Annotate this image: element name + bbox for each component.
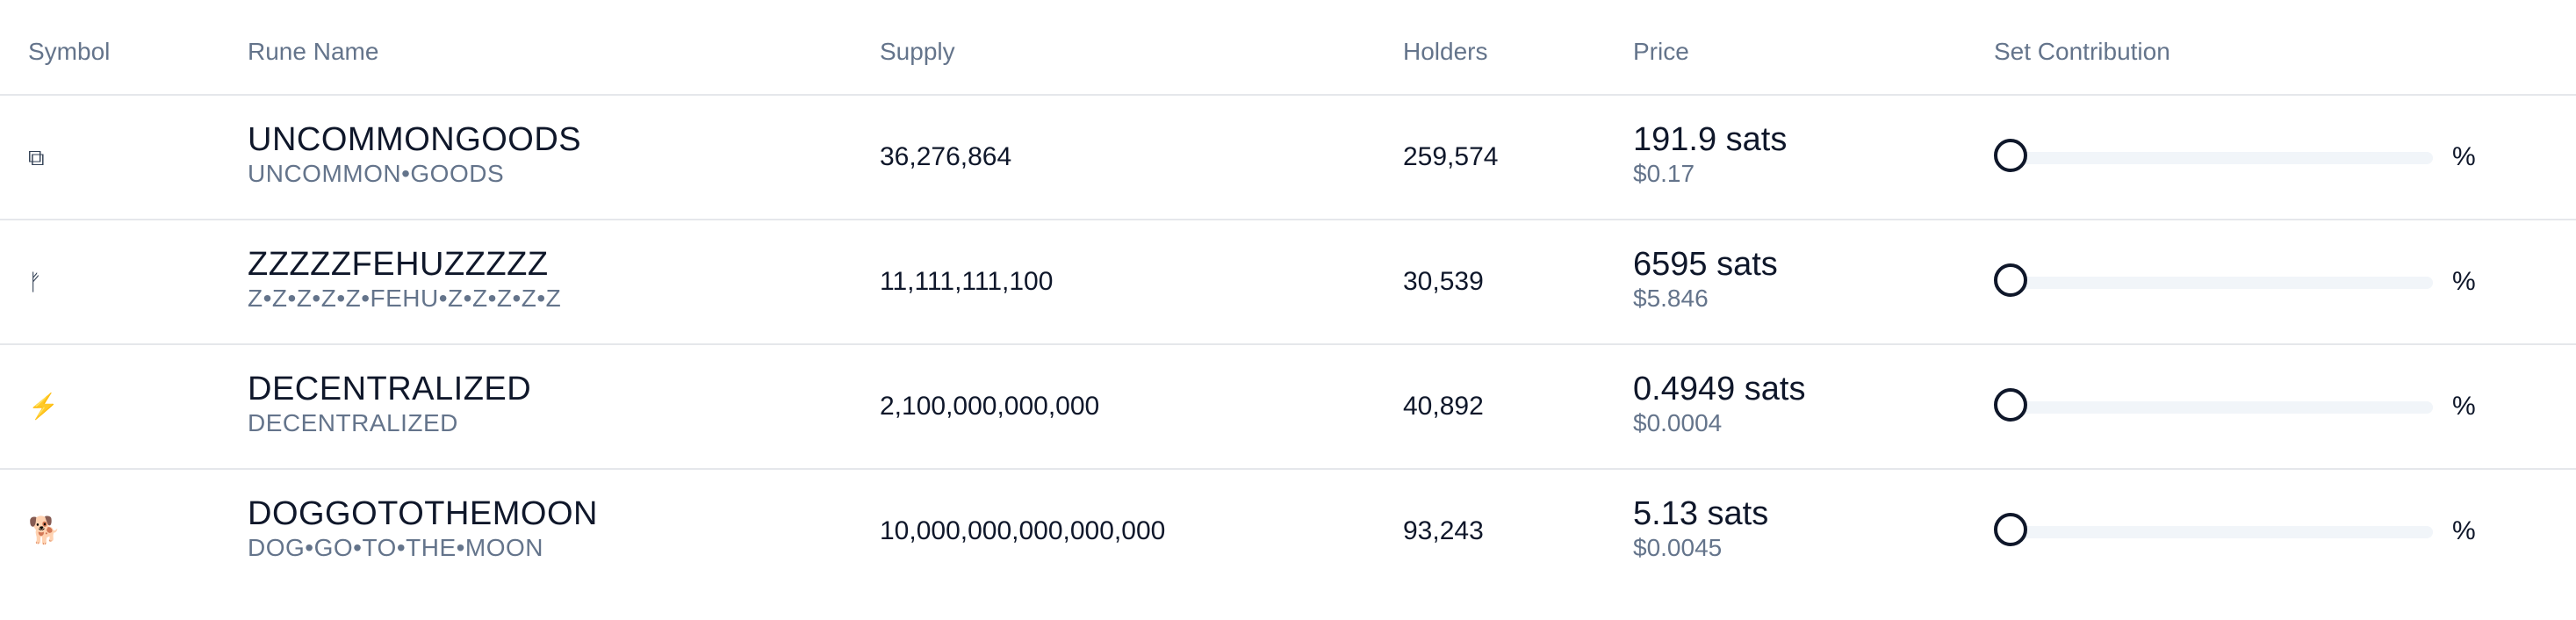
header-price: Price — [1633, 38, 1689, 65]
table-row: 🐕 DOGGOTOTHEMOON DOG•GO•TO•THE•MOON 10,0… — [0, 470, 2576, 593]
lightning-icon: ⚡ — [28, 393, 59, 420]
rune-spaced-name: Z•Z•Z•Z•Z•FEHU•Z•Z•Z•Z•Z — [248, 285, 562, 312]
percent-label: % — [2452, 516, 2476, 545]
slider-track[interactable] — [1994, 401, 2433, 414]
rune-name: ZZZZZFEHUZZZZZ — [248, 246, 549, 283]
header-holders: Holders — [1403, 38, 1488, 65]
contribution-slider[interactable] — [1994, 512, 2433, 551]
holders-value: 259,574 — [1403, 142, 1499, 171]
holders-value: 40,892 — [1403, 392, 1484, 421]
rune-name: UNCOMMONGOODS — [248, 121, 582, 158]
fehu-rune-icon: ᚠ — [28, 269, 42, 295]
slider-thumb[interactable] — [1994, 263, 2027, 297]
supply-value: 2,100,000,000,000 — [880, 392, 1100, 421]
percent-label: % — [2452, 267, 2476, 296]
price-usd: $0.0045 — [1633, 534, 1723, 561]
header-supply: Supply — [880, 38, 955, 65]
price-usd: $5.846 — [1633, 285, 1709, 312]
price-usd: $0.0004 — [1633, 409, 1723, 436]
contribution-slider[interactable] — [1994, 263, 2433, 301]
table-row: ⚡ DECENTRALIZED DECENTRALIZED 2,100,000,… — [0, 345, 2576, 470]
rune-spaced-name: DOG•GO•TO•THE•MOON — [248, 534, 544, 561]
table-row: ⧉ UNCOMMONGOODS UNCOMMON•GOODS 36,276,86… — [0, 96, 2576, 220]
rune-spaced-name: DECENTRALIZED — [248, 409, 458, 436]
price-sats: 191.9 sats — [1633, 121, 1788, 158]
slider-track[interactable] — [1994, 526, 2433, 538]
supply-value: 11,111,111,100 — [880, 267, 1054, 296]
slider-thumb[interactable] — [1994, 388, 2027, 422]
price-sats: 5.13 sats — [1633, 495, 1769, 532]
supply-value: 36,276,864 — [880, 142, 1012, 171]
supply-value: 10,000,000,000,000,000 — [880, 516, 1166, 545]
percent-label: % — [2452, 142, 2476, 171]
slider-thumb[interactable] — [1994, 139, 2027, 172]
price-sats: 0.4949 sats — [1633, 371, 1806, 407]
table-row: ᚠ ZZZZZFEHUZZZZZ Z•Z•Z•Z•Z•FEHU•Z•Z•Z•Z•… — [0, 220, 2576, 345]
slider-thumb[interactable] — [1994, 513, 2027, 546]
table-header: Symbol Rune Name Supply Holders Price Se… — [0, 0, 2576, 96]
runes-table: Symbol Rune Name Supply Holders Price Se… — [0, 0, 2576, 620]
dog-icon: 🐕 — [28, 516, 61, 545]
header-symbol: Symbol — [28, 38, 111, 65]
header-set-contribution: Set Contribution — [1994, 38, 2170, 65]
holders-value: 93,243 — [1403, 516, 1484, 545]
contribution-slider[interactable] — [1994, 387, 2433, 426]
rune-spaced-name: UNCOMMON•GOODS — [248, 160, 505, 187]
header-rune-name: Rune Name — [248, 38, 379, 65]
slider-track[interactable] — [1994, 277, 2433, 289]
copy-icon: ⧉ — [28, 144, 45, 170]
rune-name: DOGGOTOTHEMOON — [248, 495, 598, 532]
rune-name: DECENTRALIZED — [248, 371, 532, 407]
slider-track[interactable] — [1994, 152, 2433, 164]
percent-label: % — [2452, 392, 2476, 421]
price-usd: $0.17 — [1633, 160, 1695, 187]
contribution-slider[interactable] — [1994, 138, 2433, 177]
price-sats: 6595 sats — [1633, 246, 1778, 283]
holders-value: 30,539 — [1403, 267, 1484, 296]
